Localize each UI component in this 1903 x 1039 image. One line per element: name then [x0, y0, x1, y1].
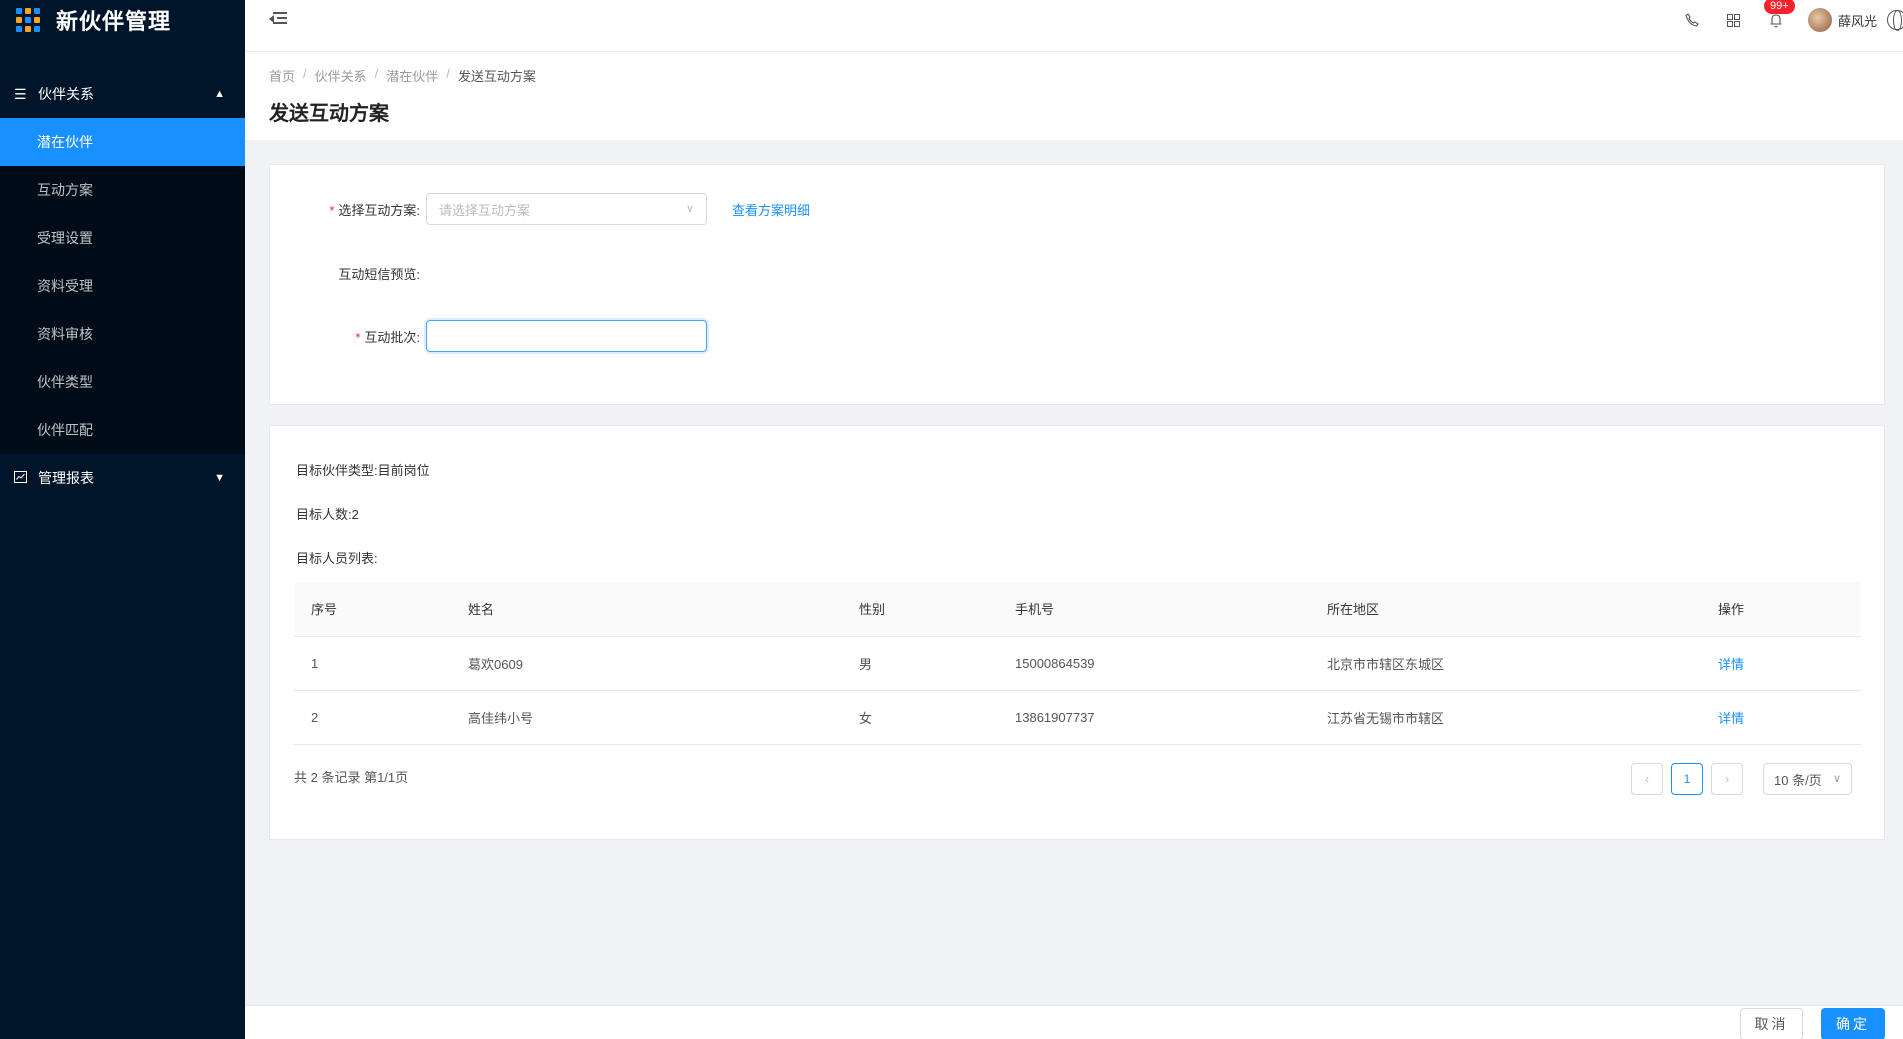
- sidebar-item-partner-matching[interactable]: 伙伴匹配: [0, 406, 245, 454]
- notification-badge: 99+: [1763, 0, 1795, 14]
- page-number-button[interactable]: 1: [1671, 763, 1703, 795]
- target-type-info: 目标伙伴类型:目前岗位: [296, 460, 430, 479]
- sms-preview-label: 互动短信预览:: [338, 266, 420, 282]
- chevron-down-icon: ∨: [685, 203, 694, 215]
- sidebar-item-interaction-schemes[interactable]: 互动方案: [0, 166, 245, 214]
- chevron-down-icon: ▼: [214, 472, 225, 484]
- target-count-value: 2: [351, 507, 359, 522]
- target-list-card: 目标伙伴类型:目前岗位 目标人数:2 目标人员列表: 序号 姓名 性别 手机号 …: [269, 425, 1885, 840]
- sidebar-item-acceptance-settings[interactable]: 受理设置: [0, 214, 245, 262]
- breadcrumb: 首页 / 伙伴关系 / 潜在伙伴 / 发送互动方案: [269, 66, 1903, 85]
- sidebar-menu: ☰ 伙伴关系 ▲ 潜在伙伴 互动方案 受理设置 资料受理 资料审核 伙伴类型 伙…: [0, 70, 245, 502]
- scheme-label: 选择互动方案:: [338, 202, 420, 218]
- batch-label: 互动批次:: [364, 329, 420, 345]
- table-row: 1 葛欢0609 男 15000864539 北京市市辖区东城区 详情: [294, 636, 1861, 691]
- phone-icon[interactable]: [1682, 10, 1702, 30]
- column-header-phone: 手机号: [998, 582, 1310, 637]
- chart-icon: [14, 470, 28, 486]
- menu-group-partner-relations[interactable]: ☰ 伙伴关系 ▲: [0, 70, 245, 118]
- chevron-down-icon: ∨: [1832, 773, 1841, 785]
- scheme-select-placeholder: 请选择互动方案: [439, 202, 531, 218]
- sidebar-item-potential-partners[interactable]: 潜在伙伴: [0, 118, 245, 166]
- scheme-form-card: * 选择互动方案: 请选择互动方案 ∨ 查看方案明细 互动短信预览: * 互动批次:: [269, 164, 1885, 405]
- menu-group-label: 管理报表: [38, 470, 94, 486]
- cell-gender: 女: [842, 690, 998, 745]
- sidebar-item-material-review[interactable]: 资料审核: [0, 310, 245, 358]
- sidebar-item-partner-types[interactable]: 伙伴类型: [0, 358, 245, 406]
- batch-row: * 互动批次:: [270, 320, 707, 352]
- user-name[interactable]: 薛风光: [1838, 11, 1877, 30]
- detail-link[interactable]: 详情: [1701, 636, 1861, 691]
- table-row: 2 高佳纬小号 女 13861907737 江苏省无锡市市辖区 详情: [294, 690, 1861, 745]
- menu-group-label: 伙伴关系: [38, 86, 94, 102]
- menu-lines-icon: ☰: [14, 85, 27, 102]
- sidebar: 新伙伴管理 ☰ 伙伴关系 ▲ 潜在伙伴 互动方案 受理设置 资料受理 资料审核 …: [0, 0, 245, 1039]
- footer-action-bar: 取消 确定: [245, 1005, 1903, 1039]
- cell-gender: 男: [842, 636, 998, 691]
- header-actions: 99+ 薛风光: [1682, 0, 1903, 40]
- cell-name: 葛欢0609: [451, 636, 842, 691]
- page-header: 首页 / 伙伴关系 / 潜在伙伴 / 发送互动方案 发送互动方案: [245, 52, 1903, 140]
- required-mark: *: [329, 202, 335, 218]
- target-count-info: 目标人数:2: [296, 504, 359, 523]
- column-header-gender: 性别: [842, 582, 998, 637]
- detail-link[interactable]: 详情: [1701, 690, 1861, 745]
- column-header-action: 操作: [1701, 582, 1861, 637]
- page-title: 发送互动方案: [269, 103, 389, 125]
- scheme-select[interactable]: 请选择互动方案 ∨: [426, 193, 707, 225]
- prev-page-button[interactable]: ‹: [1631, 763, 1663, 795]
- menu-group-management-reports[interactable]: 管理报表 ▼: [0, 454, 245, 502]
- chevron-up-icon: ▲: [214, 88, 225, 100]
- menu-fold-icon[interactable]: [269, 12, 289, 28]
- cell-region: 江苏省无锡市市辖区: [1310, 690, 1701, 745]
- cell-region: 北京市市辖区东城区: [1310, 636, 1701, 691]
- column-header-name: 姓名: [451, 582, 842, 637]
- sub-menu: 潜在伙伴 互动方案 受理设置 资料受理 资料审核 伙伴类型 伙伴匹配: [0, 118, 245, 454]
- target-table: 序号 姓名 性别 手机号 所在地区 操作 1 葛欢0609 男 15000864…: [294, 582, 1861, 745]
- cell-index: 1: [294, 636, 451, 691]
- required-mark: *: [355, 329, 361, 345]
- target-type-label: 目标伙伴类型:: [296, 463, 378, 478]
- app-title: 新伙伴管理: [56, 9, 172, 34]
- batch-input[interactable]: [426, 320, 707, 352]
- avatar[interactable]: [1807, 8, 1832, 32]
- top-header: 99+ 薛风光: [245, 0, 1903, 52]
- target-list-label: 目标人员列表:: [296, 551, 378, 566]
- breadcrumb-current: 发送互动方案: [457, 69, 536, 84]
- app-grid-icon: [16, 8, 40, 32]
- page-size-value: 10 条/页: [1774, 772, 1822, 788]
- breadcrumb-separator: /: [446, 66, 450, 81]
- sms-preview-row: 互动短信预览:: [270, 257, 420, 289]
- notification-bell-icon[interactable]: 99+: [1763, 0, 1795, 30]
- breadcrumb-partner-relations[interactable]: 伙伴关系: [315, 66, 367, 85]
- apps-grid-icon[interactable]: [1724, 10, 1744, 30]
- pagination: ‹ 1 › 10 条/页 ∨: [1623, 763, 1852, 795]
- cell-name: 高佳纬小号: [451, 690, 842, 745]
- chevron-right-icon: ›: [1725, 772, 1729, 786]
- sidebar-item-material-acceptance[interactable]: 资料受理: [0, 262, 245, 310]
- app-logo: 新伙伴管理: [0, 0, 245, 40]
- chevron-left-icon: ‹: [1645, 772, 1649, 786]
- target-count-label: 目标人数:: [296, 507, 352, 522]
- cancel-button[interactable]: 取消: [1740, 1008, 1803, 1039]
- cell-phone: 13861907737: [998, 690, 1310, 745]
- globe-icon[interactable]: [1887, 10, 1903, 31]
- column-header-region: 所在地区: [1310, 582, 1701, 637]
- scheme-row: * 选择互动方案: 请选择互动方案 ∨ 查看方案明细: [270, 193, 810, 225]
- page-size-select[interactable]: 10 条/页 ∨: [1763, 763, 1852, 795]
- breadcrumb-home[interactable]: 首页: [269, 66, 295, 85]
- cell-index: 2: [294, 690, 451, 745]
- breadcrumb-separator: /: [303, 66, 307, 81]
- view-scheme-detail-link[interactable]: 查看方案明细: [732, 200, 810, 219]
- table-header-row: 序号 姓名 性别 手机号 所在地区 操作: [294, 582, 1861, 637]
- breadcrumb-potential-partners[interactable]: 潜在伙伴: [386, 66, 438, 85]
- pagination-summary: 共 2 条记录 第1/1页: [294, 770, 409, 785]
- next-page-button[interactable]: ›: [1711, 763, 1743, 795]
- breadcrumb-separator: /: [374, 66, 379, 81]
- target-type-value: 目前岗位: [377, 463, 430, 478]
- confirm-button[interactable]: 确定: [1821, 1008, 1885, 1039]
- column-header-index: 序号: [294, 582, 451, 637]
- cell-phone: 15000864539: [998, 636, 1310, 691]
